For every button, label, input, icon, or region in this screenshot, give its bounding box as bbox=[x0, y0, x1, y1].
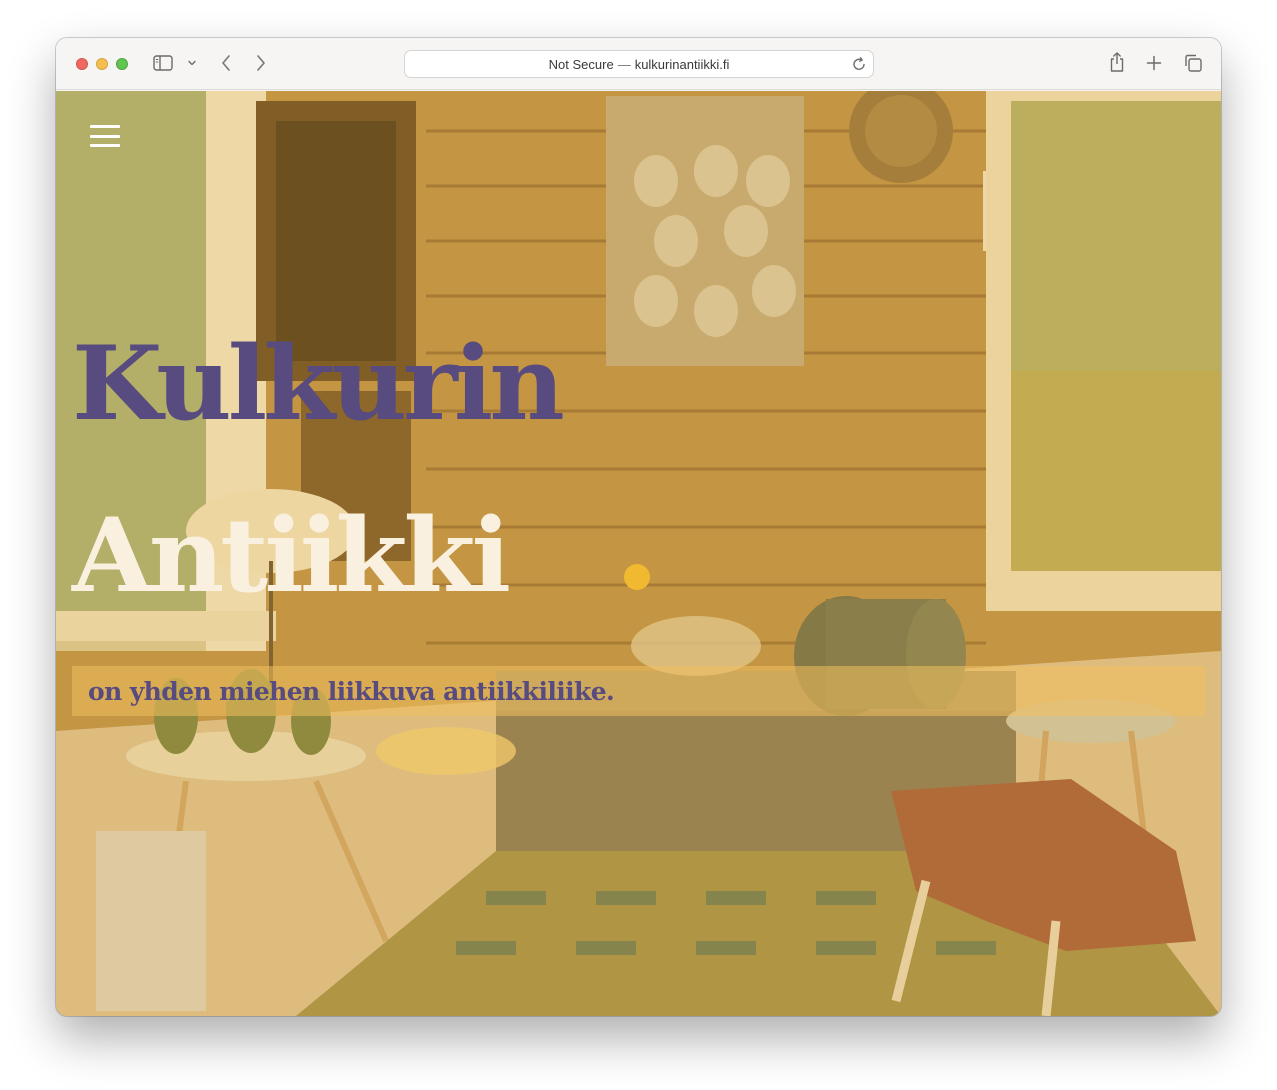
hamburger-menu-icon[interactable] bbox=[90, 125, 120, 147]
zoom-window-button[interactable] bbox=[116, 58, 128, 70]
close-window-button[interactable] bbox=[76, 58, 88, 70]
address-separator: — bbox=[617, 56, 631, 72]
share-icon[interactable] bbox=[1108, 51, 1126, 73]
browser-window: Not Secure — kulkurinantiikki.fi Kulkuri… bbox=[56, 38, 1221, 1016]
minimize-window-button[interactable] bbox=[96, 58, 108, 70]
chevron-down-icon[interactable] bbox=[186, 56, 198, 70]
browser-toolbar: Not Secure — kulkurinantiikki.fi bbox=[56, 38, 1221, 90]
menu-bar bbox=[90, 125, 120, 128]
new-tab-icon[interactable] bbox=[1145, 53, 1163, 73]
address-domain: kulkurinantiikki.fi bbox=[634, 56, 730, 72]
address-bar[interactable]: Not Secure — kulkurinantiikki.fi bbox=[404, 50, 874, 78]
menu-bar bbox=[90, 144, 120, 147]
web-page: Kulkurin Antiikki on yhden miehen liikku… bbox=[56, 91, 1221, 1016]
hero-title-line1: Kulkurin bbox=[72, 323, 565, 444]
tabs-overview-icon[interactable] bbox=[1183, 53, 1203, 73]
forward-icon[interactable] bbox=[254, 53, 268, 73]
accent-dot bbox=[624, 564, 650, 590]
reload-icon[interactable] bbox=[851, 56, 867, 72]
menu-bar bbox=[90, 134, 120, 138]
back-icon[interactable] bbox=[219, 53, 233, 73]
security-label: Not Secure bbox=[548, 56, 614, 72]
sidebar-icon[interactable] bbox=[153, 55, 173, 71]
hero-tagline: on yhden miehen liikkuva antiikkiliike. bbox=[88, 677, 615, 706]
hero-title-line2: Antiikki bbox=[72, 495, 511, 616]
